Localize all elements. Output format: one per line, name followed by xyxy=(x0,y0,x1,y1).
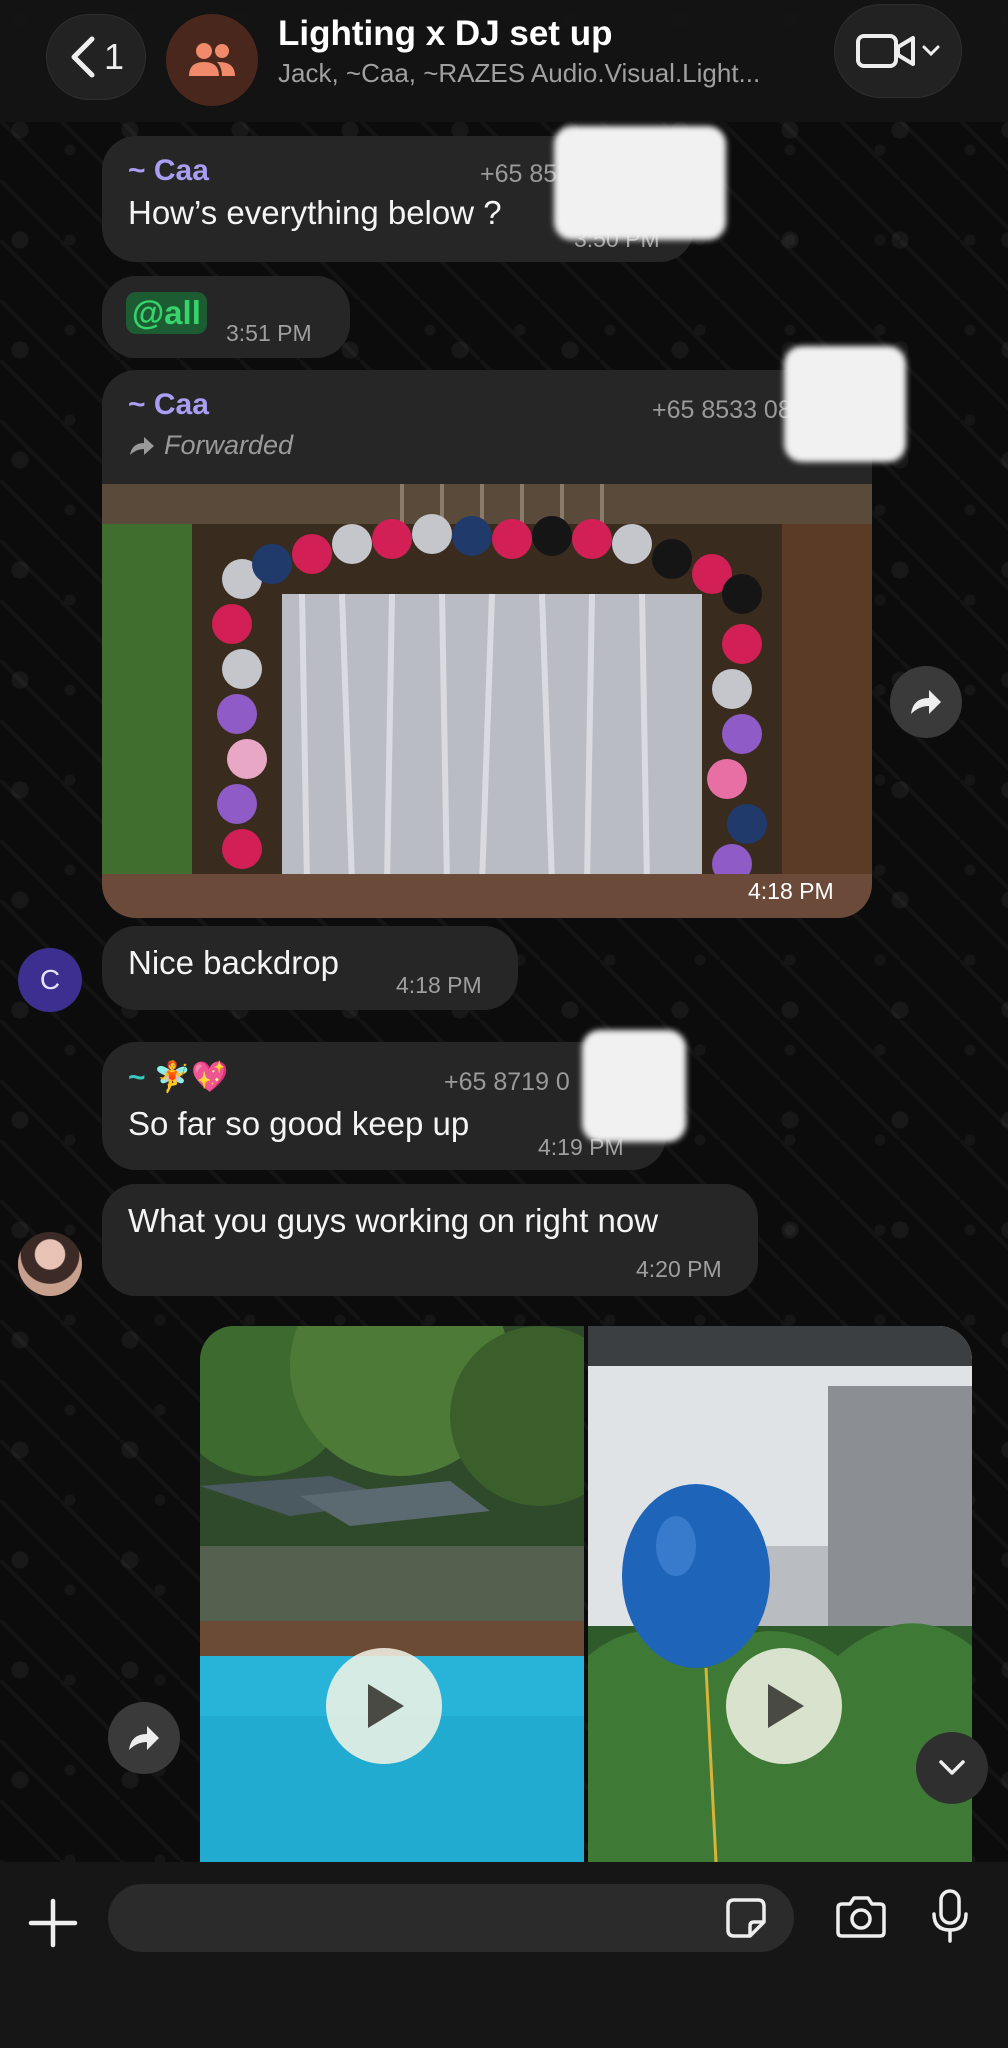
message-time: 3:51 PM xyxy=(226,320,312,346)
avatar-letter: C xyxy=(39,964,61,995)
scroll-to-bottom-button[interactable] xyxy=(916,1732,988,1804)
group-icon xyxy=(189,43,235,76)
balloon-video-thumbnail[interactable] xyxy=(588,1326,972,1862)
group-avatar[interactable] xyxy=(166,14,258,106)
chat-title: Lighting x DJ set up xyxy=(278,14,613,53)
microphone-icon[interactable] xyxy=(930,1888,970,1944)
mention-tag[interactable]: @all xyxy=(126,292,207,334)
chevron-down-icon xyxy=(939,1760,965,1775)
message-bubble[interactable]: Nice backdrop 4:18 PM xyxy=(102,926,518,1010)
forward-photo-button[interactable] xyxy=(890,666,962,738)
message-input[interactable] xyxy=(108,1884,794,1952)
redaction-blur xyxy=(554,126,726,240)
sender-phone: +65 8719 0 xyxy=(444,1068,570,1096)
message-bubble[interactable]: What you guys working on right now 4:20 … xyxy=(102,1184,758,1296)
video-camera-icon xyxy=(856,34,915,68)
video-thumbnail-image xyxy=(200,1326,584,1862)
chevron-left-icon xyxy=(71,36,95,78)
back-button[interactable]: 1 xyxy=(46,14,146,100)
pool-video-thumbnail[interactable] xyxy=(200,1326,584,1862)
play-button[interactable] xyxy=(326,1648,442,1764)
chat-participants: Jack, ~Caa, ~RAZES Audio.Visual.Light... xyxy=(278,58,761,88)
play-icon xyxy=(368,1684,404,1728)
video-thumbnail-image xyxy=(588,1326,972,1862)
forward-video-button[interactable] xyxy=(108,1702,180,1774)
photo-image xyxy=(102,484,872,918)
sticker-icon[interactable] xyxy=(724,1896,768,1940)
forwarded-indicator: Forwarded xyxy=(128,430,846,461)
sender-avatar[interactable]: C xyxy=(18,948,82,1012)
chat-header: 1 Lighting x DJ set up Jack, ~Caa, ~RAZE… xyxy=(0,0,1008,122)
sender-avatar[interactable] xyxy=(18,1232,82,1296)
redaction-blur xyxy=(582,1030,686,1142)
forwarded-label: Forwarded xyxy=(164,430,294,460)
camera-icon[interactable] xyxy=(834,1894,888,1940)
forward-arrow-icon xyxy=(130,436,154,455)
message-time: 4:20 PM xyxy=(636,1256,722,1282)
play-icon xyxy=(768,1684,804,1728)
chevron-down-icon xyxy=(922,45,940,57)
share-arrow-icon xyxy=(911,690,941,714)
video-call-button[interactable] xyxy=(834,4,962,98)
plus-icon[interactable] xyxy=(28,1898,78,1948)
unread-count: 1 xyxy=(103,36,125,77)
chat-info[interactable]: Lighting x DJ set up Jack, ~Caa, ~RAZES … xyxy=(278,14,798,89)
photo-time: 4:18 PM xyxy=(748,878,834,904)
message-composer xyxy=(0,1862,1008,2048)
play-button[interactable] xyxy=(726,1648,842,1764)
redaction-blur xyxy=(784,346,906,462)
message-text: What you guys working on right now xyxy=(128,1202,659,1239)
message-bubble[interactable]: @all 3:51 PM xyxy=(102,276,350,358)
balloon-backdrop-photo[interactable]: 4:18 PM xyxy=(102,484,872,918)
message-time: 4:18 PM xyxy=(396,972,482,998)
share-arrow-icon xyxy=(129,1726,159,1750)
